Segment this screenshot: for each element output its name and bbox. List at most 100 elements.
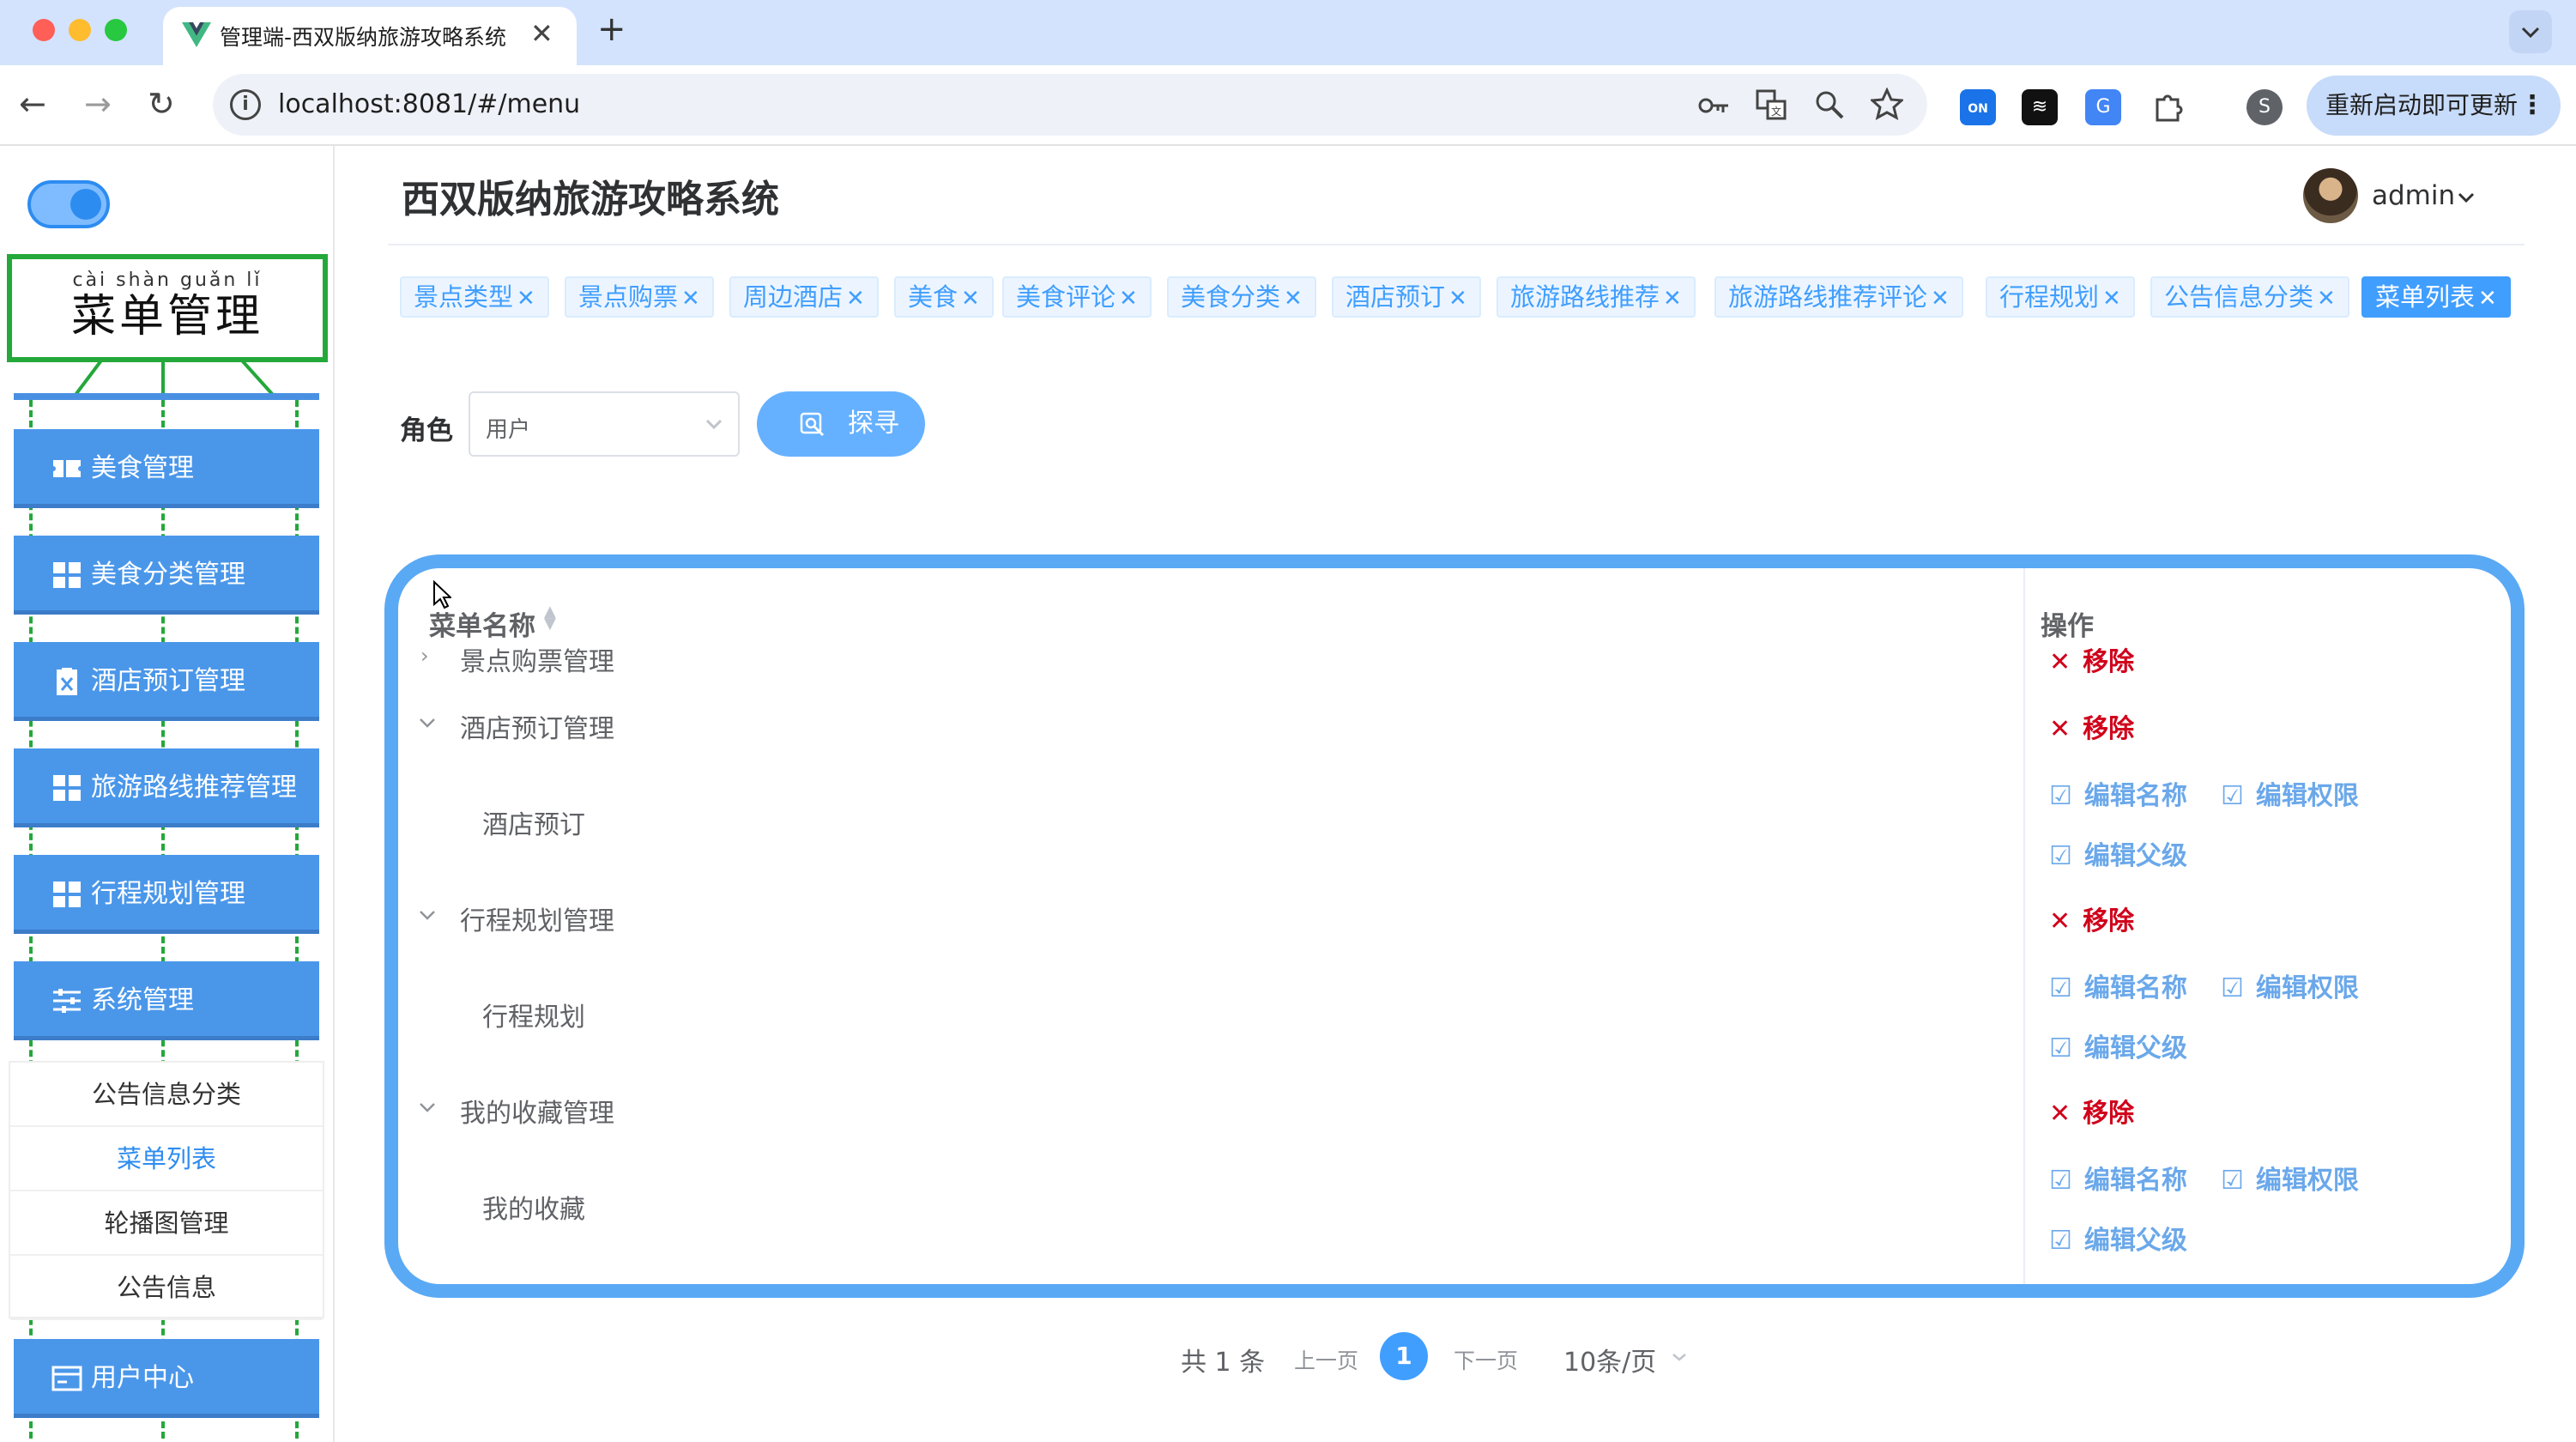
remove-button[interactable]: ✕ 移除: [2049, 640, 2134, 678]
sidebar-item-food[interactable]: 美食管理: [14, 429, 319, 508]
chevron-down-icon[interactable]: [2458, 192, 2475, 203]
close-window-button[interactable]: [33, 19, 55, 41]
edit-name-button[interactable]: ☑ 编辑名称: [2049, 966, 2187, 1004]
remove-button[interactable]: ✕ 移除: [2049, 1092, 2134, 1130]
tag-food-review[interactable]: 美食评论 ✕: [1002, 276, 1152, 318]
edit-permission-button[interactable]: ☑ 编辑权限: [2221, 1159, 2359, 1197]
tag-hotel-booking[interactable]: 酒店预订 ✕: [1332, 276, 1481, 318]
tag-close-icon[interactable]: ✕: [846, 286, 865, 312]
remove-button[interactable]: ✕ 移除: [2049, 900, 2134, 937]
edit-parent-button[interactable]: ☑ 编辑父级: [2049, 1219, 2187, 1257]
tag-itinerary[interactable]: 行程规划 ✕: [1986, 276, 2135, 318]
edit-name-button[interactable]: ☑ 编辑名称: [2049, 774, 2187, 812]
back-icon[interactable]: ←: [19, 82, 46, 125]
search-button[interactable]: 探寻: [757, 391, 925, 457]
tag-close-icon[interactable]: ✕: [1663, 286, 1682, 312]
profile-avatar[interactable]: S: [2246, 89, 2283, 125]
edit-permission-button[interactable]: ☑ 编辑权限: [2221, 966, 2359, 1004]
tag-food[interactable]: 美食 ✕: [894, 276, 994, 318]
username[interactable]: admin: [2372, 180, 2455, 211]
tag-close-icon[interactable]: ✕: [961, 286, 980, 312]
edit-permission-label: 编辑权限: [2255, 1166, 2359, 1196]
tag-ticket[interactable]: 景点购票 ✕: [565, 276, 714, 318]
avatar[interactable]: [2303, 168, 2358, 223]
chevron-down-icon[interactable]: [1672, 1353, 1687, 1361]
edit-name-button[interactable]: ☑ 编辑名称: [2049, 1159, 2187, 1197]
reload-icon[interactable]: ↻: [148, 82, 175, 125]
sort-icon[interactable]: ▲ ▼: [544, 604, 556, 632]
chevron-down-icon: [705, 419, 723, 429]
tab-search-button[interactable]: [2509, 10, 2552, 53]
submenu-item-menu-list[interactable]: 菜单列表: [10, 1127, 323, 1191]
tab-close-icon[interactable]: ✕: [530, 17, 553, 50]
page-number-button[interactable]: 1: [1380, 1332, 1428, 1380]
extensions-puzzle-icon[interactable]: [2150, 89, 2186, 125]
sidebar-item-hotel[interactable]: 酒店预订管理: [14, 642, 319, 721]
tag-scenic-type[interactable]: 景点类型 ✕: [400, 276, 549, 318]
tag-label: 美食评论: [1016, 282, 1116, 312]
bookmark-star-icon[interactable]: [1871, 88, 1903, 120]
chevron-down-icon[interactable]: [419, 718, 436, 728]
submenu-item-notice[interactable]: 公告信息: [10, 1256, 323, 1320]
sidebar-item-user-center[interactable]: 用户中心: [14, 1339, 319, 1418]
role-select[interactable]: 用户: [469, 391, 740, 457]
tag-label: 周边酒店: [743, 282, 844, 312]
address-bar[interactable]: i localhost:8081/#/menu 文: [213, 74, 1927, 136]
tag-close-icon[interactable]: ✕: [1448, 286, 1467, 312]
remove-button[interactable]: ✕ 移除: [2049, 707, 2134, 745]
tag-close-icon[interactable]: ✕: [681, 286, 700, 312]
zoom-icon[interactable]: [1814, 89, 1845, 120]
clipboard-icon: [57, 668, 77, 695]
site-info-icon[interactable]: i: [230, 89, 261, 120]
edit-parent-button[interactable]: ☑ 编辑父级: [2049, 1027, 2187, 1064]
chevron-down-icon[interactable]: [419, 1102, 436, 1112]
tag-menu-list[interactable]: 菜单列表 ✕: [2361, 276, 2511, 318]
key-icon[interactable]: [1697, 91, 1730, 120]
tag-food-category[interactable]: 美食分类 ✕: [1167, 276, 1316, 318]
remove-label: 移除: [2083, 906, 2135, 936]
submenu-item-notice-category[interactable]: 公告信息分类: [10, 1063, 323, 1127]
sidebar-item-food-category[interactable]: 美食分类管理: [14, 536, 319, 615]
tag-route-review[interactable]: 旅游路线推荐评论 ✕: [1714, 276, 1963, 318]
tag-label: 行程规划: [1999, 282, 2100, 312]
logo-connector: [74, 360, 275, 395]
tag-notice-category[interactable]: 公告信息分类 ✕: [2150, 276, 2349, 318]
new-tab-button[interactable]: +: [597, 10, 626, 48]
toggle-knob: [70, 189, 101, 220]
maximize-window-button[interactable]: [105, 19, 127, 41]
table-row-name: 酒店预订: [482, 810, 585, 840]
column-header-menu-name[interactable]: 菜单名称: [429, 604, 535, 643]
forward-icon[interactable]: →: [84, 82, 112, 125]
update-button[interactable]: 重新启动即可更新 ⋮: [2307, 76, 2561, 136]
tag-close-icon[interactable]: ✕: [2102, 286, 2121, 312]
chevron-down-icon[interactable]: [419, 910, 436, 920]
submenu-item-carousel[interactable]: 轮播图管理: [10, 1191, 323, 1256]
more-menu-icon[interactable]: ⋮: [2519, 76, 2545, 136]
chevron-right-icon[interactable]: ›: [420, 644, 429, 668]
page-size-select[interactable]: 10条/页: [1563, 1341, 1656, 1378]
extension-on-icon[interactable]: ON: [1960, 89, 1996, 125]
minimize-window-button[interactable]: [69, 19, 91, 41]
prev-page-button[interactable]: 上一页: [1294, 1344, 1358, 1375]
tag-close-icon[interactable]: ✕: [1931, 286, 1950, 312]
sidebar-item-itinerary[interactable]: 行程规划管理: [14, 855, 319, 934]
translate-icon[interactable]: 文: [1756, 89, 1787, 120]
tag-close-icon[interactable]: ✕: [517, 286, 535, 312]
tag-close-icon[interactable]: ✕: [2478, 286, 2497, 312]
edit-parent-label: 编辑父级: [2083, 841, 2187, 871]
sidebar-toggle[interactable]: [27, 180, 110, 228]
browser-tab[interactable]: 管理端-西双版纳旅游攻略系统 ✕: [163, 7, 577, 65]
edit-permission-button[interactable]: ☑ 编辑权限: [2221, 774, 2359, 812]
extension-translate-icon[interactable]: G: [2085, 89, 2121, 125]
edit-parent-button[interactable]: ☑ 编辑父级: [2049, 834, 2187, 872]
next-page-button[interactable]: 下一页: [1454, 1344, 1518, 1375]
tag-close-icon[interactable]: ✕: [2317, 286, 2336, 312]
tag-nearby-hotel[interactable]: 周边酒店 ✕: [729, 276, 879, 318]
sidebar-item-route[interactable]: 旅游路线推荐管理: [14, 748, 319, 827]
extension-stripe-icon[interactable]: ≋: [2022, 89, 2058, 125]
tag-route[interactable]: 旅游路线推荐 ✕: [1497, 276, 1696, 318]
sidebar-item-system[interactable]: 系统管理: [14, 961, 319, 1040]
tag-close-icon[interactable]: ✕: [1119, 286, 1138, 312]
tag-close-icon[interactable]: ✕: [1284, 286, 1303, 312]
tag-label: 美食分类: [1181, 282, 1281, 312]
